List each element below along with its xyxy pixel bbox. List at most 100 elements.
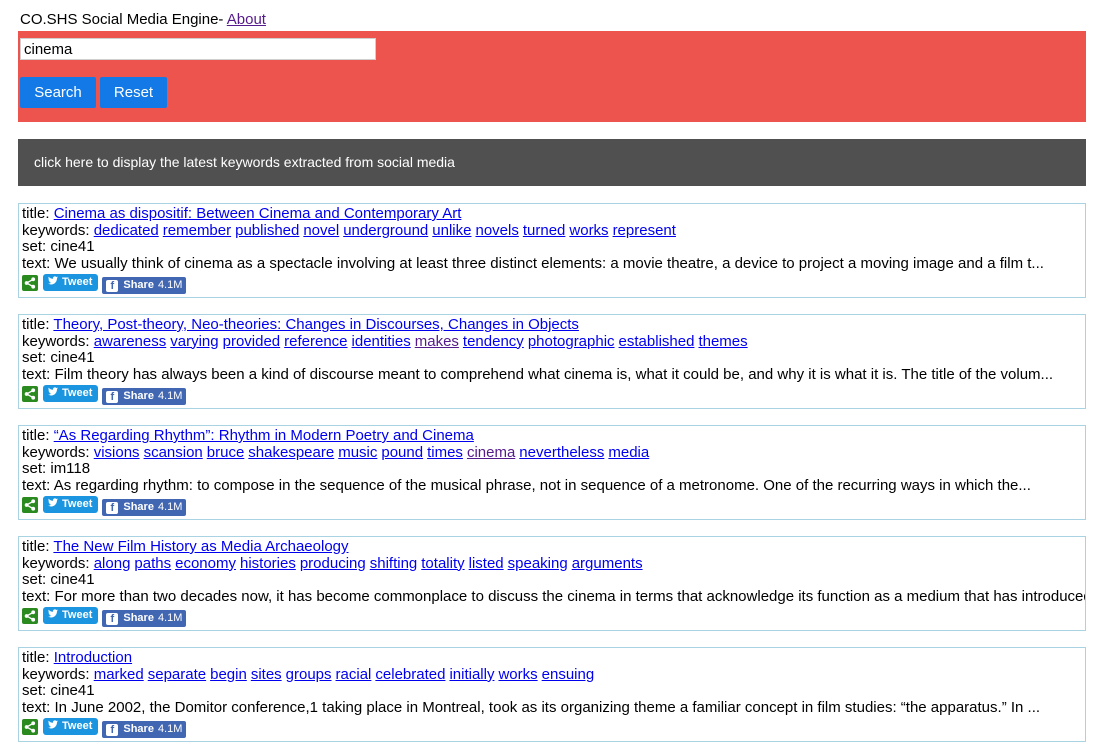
facebook-share-button[interactable]: f Share 4.1M <box>102 277 187 295</box>
keyword-link[interactable]: photographic <box>528 333 615 350</box>
result-keywords-row: keywords: awareness varying provided refere… <box>22 333 1085 351</box>
result-title-link[interactable]: “As Regarding Rhythm”: Rhythm in Modern … <box>54 427 474 444</box>
keyword-link[interactable]: turned <box>523 222 566 239</box>
tweet-button[interactable]: Tweet <box>43 274 99 292</box>
result-card: title: The New Film History as Media Arc… <box>18 536 1086 631</box>
keyword-link[interactable]: initially <box>449 666 494 683</box>
text-label: text: <box>22 254 55 272</box>
latest-keywords-toggle[interactable]: click here to display the latest keyword… <box>18 139 1086 186</box>
keyword-link[interactable]: shifting <box>370 555 418 572</box>
keyword-link[interactable]: speaking <box>508 555 568 572</box>
keyword-link[interactable]: sites <box>251 666 282 683</box>
keywords-label: keywords: <box>22 554 94 572</box>
facebook-share-button[interactable]: f Share 4.1M <box>102 610 187 628</box>
keyword-link[interactable]: ensuing <box>542 666 595 683</box>
result-title-link[interactable]: Theory, Post-theory, Neo-theories: Chang… <box>53 316 579 333</box>
keyword-link[interactable]: arguments <box>572 555 643 572</box>
share-row: Tweet f Share 4.1M <box>22 607 1085 628</box>
share-icon[interactable] <box>22 719 38 736</box>
keyword-link[interactable]: novel <box>303 222 339 239</box>
text-label: text: <box>22 365 55 383</box>
share-row: Tweet f Share 4.1M <box>22 718 1085 739</box>
facebook-share-button[interactable]: f Share 4.1M <box>102 388 187 406</box>
keyword-link[interactable]: themes <box>698 333 747 350</box>
result-text: We usually think of cinema as a spectacl… <box>54 254 1044 272</box>
facebook-icon: f <box>106 612 119 625</box>
share-icon[interactable] <box>22 386 38 403</box>
search-button[interactable]: Search <box>20 77 96 108</box>
result-title-row: title: “As Regarding Rhythm”: Rhythm in … <box>22 427 1085 445</box>
keyword-link[interactable]: underground <box>343 222 428 239</box>
keyword-link[interactable]: celebrated <box>375 666 445 683</box>
keyword-link[interactable]: remember <box>163 222 231 239</box>
keyword-link[interactable]: published <box>235 222 299 239</box>
fb-share-label: Share <box>123 501 154 514</box>
set-label: set: <box>22 460 51 478</box>
keyword-link[interactable]: histories <box>240 555 296 572</box>
keyword-link[interactable]: nevertheless <box>519 444 604 461</box>
set-label: set: <box>22 682 51 700</box>
keyword-link[interactable]: shakespeare <box>248 444 334 461</box>
facebook-share-button[interactable]: f Share 4.1M <box>102 721 187 739</box>
keyword-link[interactable]: groups <box>286 666 332 683</box>
keyword-link[interactable]: media <box>608 444 649 461</box>
keyword-link[interactable]: dedicated <box>94 222 159 239</box>
keyword-link[interactable]: tendency <box>463 333 524 350</box>
keyword-link[interactable]: established <box>619 333 695 350</box>
keyword-link[interactable]: racial <box>336 666 372 683</box>
keyword-link[interactable]: works <box>569 222 608 239</box>
tweet-button[interactable]: Tweet <box>43 718 99 736</box>
keyword-link[interactable]: makes <box>415 333 459 350</box>
result-set-row: set: cine41 <box>22 682 1085 700</box>
keyword-link[interactable]: producing <box>300 555 366 572</box>
result-set-row: set: cine41 <box>22 349 1085 367</box>
fb-share-count: 4.1M <box>157 612 183 625</box>
keyword-link[interactable]: totality <box>421 555 464 572</box>
keyword-link[interactable]: pound <box>381 444 423 461</box>
keyword-link[interactable]: scansion <box>144 444 203 461</box>
keyword-link[interactable]: visions <box>94 444 140 461</box>
about-link[interactable]: About <box>227 11 266 28</box>
result-title-link[interactable]: Introduction <box>54 649 132 666</box>
fb-share-label: Share <box>123 723 154 736</box>
share-icon[interactable] <box>22 497 38 514</box>
tweet-button[interactable]: Tweet <box>43 385 99 403</box>
keyword-link[interactable]: times <box>427 444 463 461</box>
search-input[interactable] <box>20 38 376 60</box>
keyword-link[interactable]: economy <box>175 555 236 572</box>
keyword-link[interactable]: bruce <box>207 444 245 461</box>
result-text: In June 2002, the Domitor conference,1 t… <box>54 698 1041 716</box>
result-title-link[interactable]: Cinema as dispositif: Between Cinema and… <box>54 205 462 222</box>
keyword-link[interactable]: identities <box>352 333 411 350</box>
fb-share-count: 4.1M <box>157 390 183 403</box>
keyword-link[interactable]: unlike <box>432 222 471 239</box>
keyword-link[interactable]: reference <box>284 333 347 350</box>
keyword-link[interactable]: begin <box>210 666 247 683</box>
tweet-button[interactable]: Tweet <box>43 496 99 514</box>
keyword-link[interactable]: music <box>338 444 377 461</box>
keyword-link[interactable]: marked <box>94 666 144 683</box>
keyword-link[interactable]: cinema <box>467 444 515 461</box>
keyword-link[interactable]: awareness <box>94 333 167 350</box>
keyword-link[interactable]: novels <box>475 222 518 239</box>
facebook-share-button[interactable]: f Share 4.1M <box>102 499 187 517</box>
share-icon[interactable] <box>22 608 38 625</box>
keyword-link[interactable]: provided <box>223 333 281 350</box>
keyword-link[interactable]: paths <box>134 555 171 572</box>
keyword-link[interactable]: listed <box>469 555 504 572</box>
result-card: title: “As Regarding Rhythm”: Rhythm in … <box>18 425 1086 520</box>
result-title-link[interactable]: The New Film History as Media Archaeolog… <box>53 538 348 555</box>
reset-button[interactable]: Reset <box>100 77 167 108</box>
tweet-label: Tweet <box>62 609 93 622</box>
result-text-row: text: We usually think of cinema as a sp… <box>22 254 1085 273</box>
keyword-link[interactable]: represent <box>613 222 676 239</box>
tweet-button[interactable]: Tweet <box>43 607 99 625</box>
keyword-link[interactable]: along <box>94 555 131 572</box>
keyword-link[interactable]: separate <box>148 666 206 683</box>
share-icon[interactable] <box>22 275 38 292</box>
search-panel: Search Reset <box>18 31 1086 122</box>
result-set-value: cine41 <box>50 682 95 700</box>
keyword-link[interactable]: works <box>498 666 537 683</box>
tweet-label: Tweet <box>62 387 93 400</box>
keyword-link[interactable]: varying <box>170 333 218 350</box>
